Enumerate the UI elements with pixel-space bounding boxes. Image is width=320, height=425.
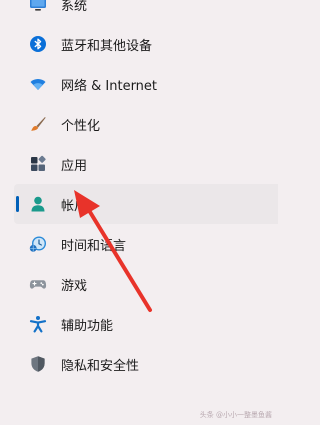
shield-icon xyxy=(29,355,47,373)
nav-item-label: 应用 xyxy=(61,158,88,174)
system-monitor-icon xyxy=(29,0,47,13)
nav-item-accounts[interactable]: 帐户 xyxy=(14,184,278,224)
nav-item-gaming[interactable]: 游戏 xyxy=(0,264,278,304)
nav-item-label: 辅助功能 xyxy=(61,318,114,334)
wifi-icon xyxy=(29,75,47,93)
nav-item-label: 隐私和安全性 xyxy=(61,358,140,374)
nav-item-label: 个性化 xyxy=(61,118,101,134)
nav-item-label: 游戏 xyxy=(61,278,88,294)
nav-item-label: 蓝牙和其他设备 xyxy=(61,38,153,54)
paintbrush-icon xyxy=(29,115,47,133)
nav-item-time-language[interactable]: 时间和语言 xyxy=(0,224,278,264)
nav-item-privacy-security[interactable]: 隐私和安全性 xyxy=(0,344,278,384)
nav-item-apps[interactable]: 应用 xyxy=(0,144,278,184)
settings-navigation-page: 系统 蓝牙和其他设备 网络 & Internet 个性化 应用 帐户 时间和语言… xyxy=(0,0,278,425)
nav-item-system[interactable]: 系统 xyxy=(0,0,278,24)
nav-item-bluetooth[interactable]: 蓝牙和其他设备 xyxy=(0,24,278,64)
clock-globe-icon xyxy=(29,235,47,253)
selection-indicator xyxy=(16,196,19,212)
account-icon xyxy=(29,195,47,213)
nav-item-label: 系统 xyxy=(61,0,88,14)
nav-item-label: 帐户 xyxy=(61,198,88,214)
nav-item-network[interactable]: 网络 & Internet xyxy=(0,64,278,104)
nav-item-accessibility[interactable]: 辅助功能 xyxy=(0,304,278,344)
accessibility-icon xyxy=(29,315,47,333)
nav-item-label: 网络 & Internet xyxy=(61,78,158,94)
watermark-text: 头条 @小小一整墨鱼酱 xyxy=(199,411,272,419)
nav-item-personalization[interactable]: 个性化 xyxy=(0,104,278,144)
bluetooth-icon xyxy=(29,35,47,53)
gamepad-icon xyxy=(29,275,47,293)
settings-nav-list: 系统 蓝牙和其他设备 网络 & Internet 个性化 应用 帐户 时间和语言… xyxy=(0,0,278,384)
nav-item-label: 时间和语言 xyxy=(61,238,127,254)
apps-icon xyxy=(29,155,47,173)
